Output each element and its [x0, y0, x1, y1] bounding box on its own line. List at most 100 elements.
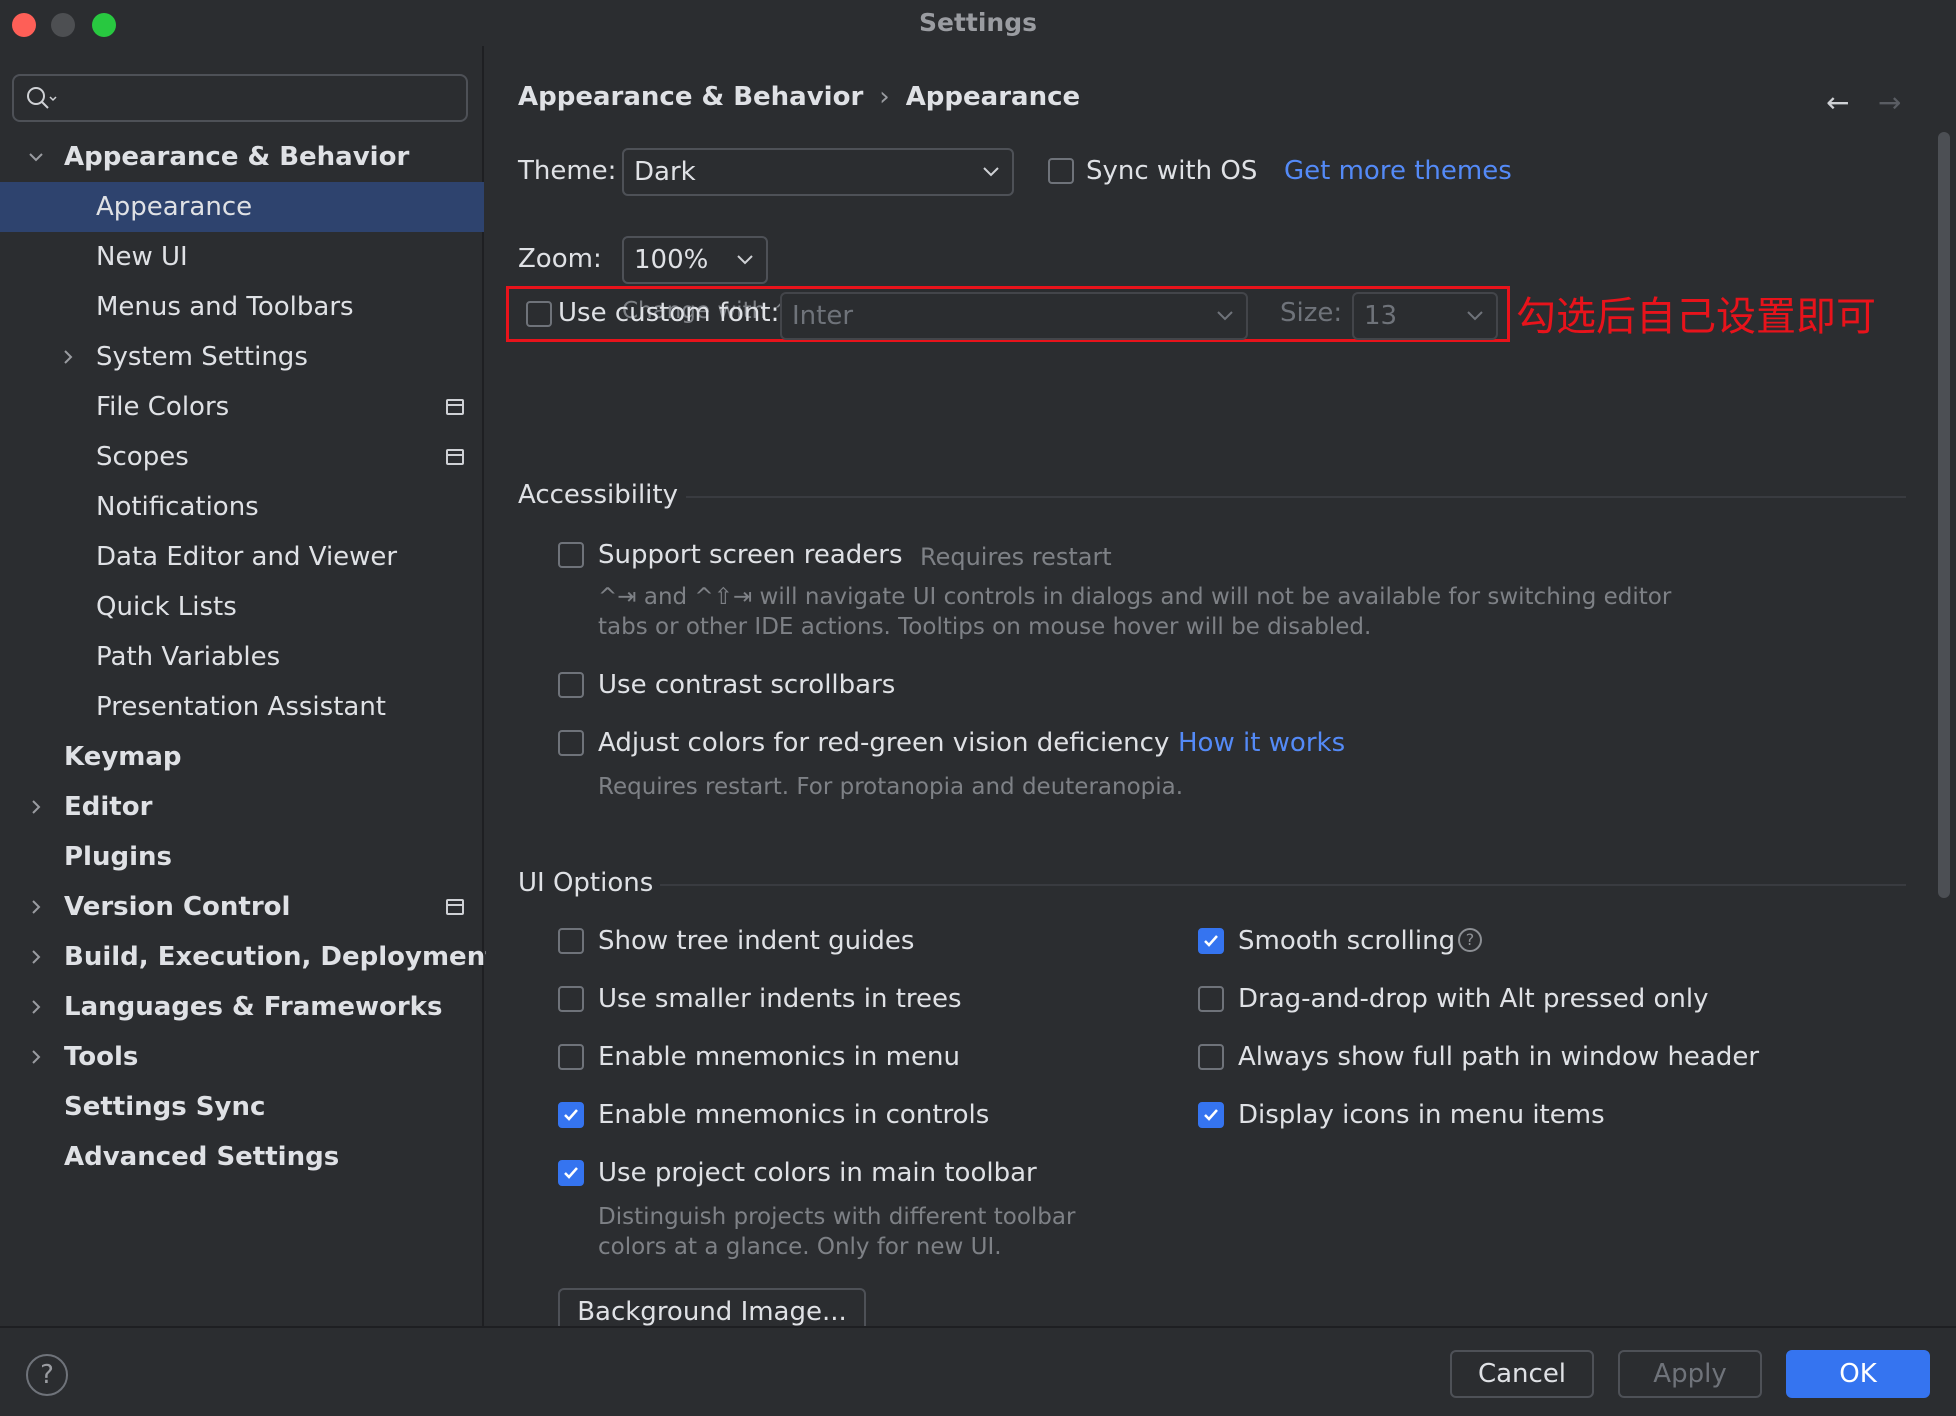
chevron-down-icon [1217, 311, 1233, 321]
smaller-indents-checkbox[interactable] [558, 986, 584, 1012]
project-colors-hint-line2: colors at a glance. Only for new UI. [598, 1234, 1002, 1260]
custom-font-dropdown[interactable]: Inter [780, 292, 1248, 340]
help-icon[interactable]: ? [1458, 928, 1482, 952]
sidebar-item-build-execution-deployment[interactable]: Build, Execution, Deployment [0, 932, 498, 982]
back-arrow-icon[interactable]: ← [1826, 86, 1849, 119]
drag-and-drop-alt-checkbox[interactable] [1198, 986, 1224, 1012]
project-level-icon [446, 399, 464, 415]
sidebar-item-label: Advanced Settings [64, 1142, 340, 1172]
window-title: Settings [918, 8, 1037, 37]
sidebar-item-label: Tools [64, 1042, 139, 1072]
sync-with-os-checkbox[interactable] [1048, 158, 1074, 184]
sidebar-item-label: New UI [96, 242, 188, 272]
settings-content: Appearance & Behavior › Appearance ← → The… [486, 46, 1956, 1326]
forward-arrow-icon[interactable]: → [1878, 86, 1901, 119]
sidebar-item-data-editor[interactable]: Data Editor and Viewer [0, 532, 484, 582]
sidebar-item-keymap[interactable]: Keymap [0, 732, 484, 782]
sidebar-item-appearance[interactable]: Appearance [0, 182, 484, 232]
mnemonics-menu-checkbox[interactable] [558, 1044, 584, 1070]
requires-restart-note: Requires restart [920, 543, 1112, 571]
sidebar-item-label: Editor [64, 792, 153, 822]
sidebar-item-quick-lists[interactable]: Quick Lists [0, 582, 484, 632]
section-divider [686, 496, 1906, 498]
font-size-dropdown[interactable]: 13 [1352, 292, 1498, 340]
sidebar-item-advanced-settings[interactable]: Advanced Settings [0, 1132, 484, 1182]
theme-dropdown[interactable]: Dark [622, 148, 1014, 196]
project-level-icon [446, 899, 464, 915]
custom-font-value: Inter [792, 301, 854, 331]
sidebar-item-label: Plugins [64, 842, 172, 872]
help-button[interactable]: ? [26, 1354, 68, 1396]
sidebar-item-settings-sync[interactable]: Settings Sync [0, 1082, 484, 1132]
tree-indent-guides-checkbox[interactable] [558, 928, 584, 954]
theme-value: Dark [634, 157, 696, 187]
sidebar-item-tools[interactable]: Tools [0, 1032, 484, 1082]
how-it-works-link[interactable]: How it works [1178, 728, 1345, 758]
zoom-value: 100% [634, 245, 709, 275]
chevron-right-icon [32, 800, 41, 814]
sidebar-item-path-variables[interactable]: Path Variables [0, 632, 484, 682]
sidebar-item-notifications[interactable]: Notifications [0, 482, 484, 532]
settings-window: Settings Appearance & Behavior Appearanc… [0, 0, 1956, 1416]
sidebar-item-scopes[interactable]: Scopes [0, 432, 484, 482]
sidebar-item-system-settings[interactable]: System Settings [0, 332, 484, 382]
sidebar-item-label: Notifications [96, 492, 259, 522]
full-path-header-checkbox[interactable] [1198, 1044, 1224, 1070]
background-image-button[interactable]: Background Image... [558, 1288, 866, 1326]
chevron-right-icon [64, 350, 73, 364]
mnemonics-controls-label: Enable mnemonics in controls [598, 1100, 990, 1130]
ok-button[interactable]: OK [1786, 1350, 1930, 1398]
sidebar-item-label: Data Editor and Viewer [96, 542, 398, 572]
apply-button[interactable]: Apply [1618, 1350, 1762, 1398]
red-green-deficiency-checkbox[interactable] [558, 730, 584, 756]
sidebar-item-label: Appearance & Behavior [64, 142, 410, 172]
sidebar-item-label: File Colors [96, 392, 230, 422]
sidebar-item-label: Presentation Assistant [96, 692, 386, 722]
sidebar-item-menus-toolbars[interactable]: Menus and Toolbars [0, 282, 484, 332]
breadcrumb-separator: › [879, 82, 890, 112]
chevron-down-icon [737, 255, 753, 265]
get-more-themes-link[interactable]: Get more themes [1284, 156, 1512, 186]
contrast-scrollbars-label: Use contrast scrollbars [598, 670, 896, 700]
sidebar-item-presentation-assistant[interactable]: Presentation Assistant [0, 682, 484, 732]
vertical-scrollbar[interactable] [1938, 132, 1950, 898]
support-screen-readers-checkbox[interactable] [558, 542, 584, 568]
section-divider [660, 884, 1906, 886]
font-size-label: Size: [1280, 298, 1343, 328]
chevron-down-icon [29, 153, 43, 162]
drag-and-drop-alt-label: Drag-and-drop with Alt pressed only [1238, 984, 1709, 1014]
mnemonics-controls-checkbox[interactable] [558, 1102, 584, 1128]
sidebar-item-new-ui[interactable]: New UI [0, 232, 484, 282]
breadcrumb-parent[interactable]: Appearance & Behavior [518, 82, 863, 112]
project-colors-checkbox[interactable] [558, 1160, 584, 1186]
use-custom-font-checkbox[interactable] [526, 301, 552, 327]
zoom-dropdown[interactable]: 100% [622, 236, 768, 284]
sidebar-item-file-colors[interactable]: File Colors [0, 382, 484, 432]
breadcrumb-current: Appearance [905, 82, 1081, 112]
sidebar-item-label: System Settings [96, 342, 308, 372]
settings-sidebar: Appearance & Behavior Appearance New UI … [0, 46, 498, 1326]
sync-with-os-label: Sync with OS [1086, 156, 1258, 186]
screen-readers-hint-line2: tabs or other IDE actions. Tooltips on m… [598, 614, 1372, 640]
sidebar-item-label: Appearance [96, 192, 253, 222]
sidebar-item-label: Menus and Toolbars [96, 292, 354, 322]
sidebar-item-label: Languages & Frameworks [64, 992, 443, 1022]
sidebar-item-version-control[interactable]: Version Control [0, 882, 484, 932]
cancel-button[interactable]: Cancel [1450, 1350, 1594, 1398]
chevron-right-icon [32, 950, 41, 964]
sidebar-item-appearance-behavior[interactable]: Appearance & Behavior [0, 132, 484, 182]
sidebar-item-label: Keymap [64, 742, 182, 772]
support-screen-readers-label: Support screen readers [598, 540, 903, 570]
sidebar-item-languages-frameworks[interactable]: Languages & Frameworks [0, 982, 484, 1032]
sidebar-item-editor[interactable]: Editor [0, 782, 484, 832]
sidebar-item-label: Build, Execution, Deployment [64, 942, 498, 972]
smooth-scrolling-checkbox[interactable] [1198, 928, 1224, 954]
contrast-scrollbars-checkbox[interactable] [558, 672, 584, 698]
chevron-down-icon [1467, 311, 1483, 321]
sidebar-item-label: Version Control [64, 892, 291, 922]
menu-icons-checkbox[interactable] [1198, 1102, 1224, 1128]
title-bar: Settings [0, 0, 1956, 46]
project-colors-label: Use project colors in main toolbar [598, 1158, 1037, 1188]
sidebar-item-plugins[interactable]: Plugins [0, 832, 484, 882]
search-input[interactable] [12, 74, 468, 122]
